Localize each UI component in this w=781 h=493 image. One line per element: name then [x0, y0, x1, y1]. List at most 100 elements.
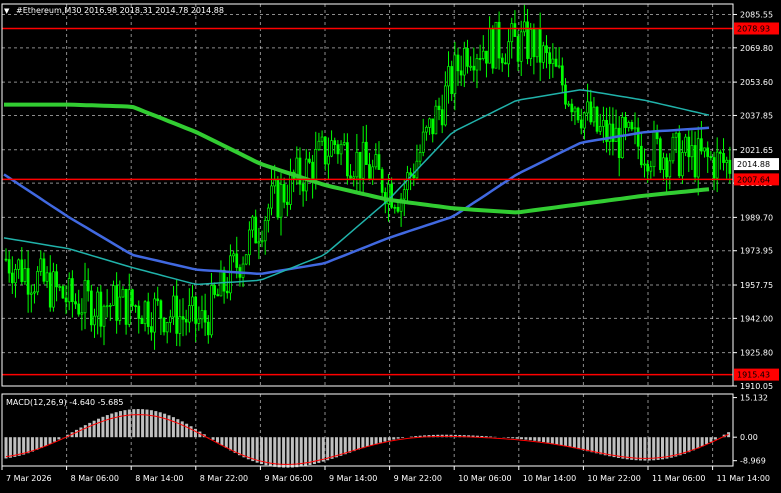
macd-histogram-bar	[176, 419, 179, 437]
price-tick-label: 2021.65	[740, 146, 773, 155]
chart-canvas[interactable]: 7 Mar 20268 Mar 06:008 Mar 14:008 Mar 22…	[0, 0, 781, 489]
macd-histogram-bar	[141, 409, 144, 437]
candle-body	[109, 305, 111, 306]
macd-histogram-bar	[635, 437, 638, 460]
macd-histogram-bar	[591, 437, 594, 452]
macd-histogram-bar	[264, 437, 267, 465]
candle-body	[435, 106, 437, 134]
candle-body	[84, 280, 86, 312]
candle-body	[37, 271, 39, 291]
candle-body	[18, 260, 20, 269]
candle-body	[596, 107, 598, 131]
time-label: 11 Mar 14:00	[717, 474, 770, 483]
time-label: 10 Mar 22:00	[587, 474, 640, 483]
macd-histogram-bar	[388, 437, 391, 440]
candle-body	[546, 46, 548, 53]
macd-histogram-bar	[97, 419, 100, 438]
macd-histogram-bar	[714, 437, 717, 439]
macd-histogram-bar	[709, 437, 712, 442]
candle-body	[394, 207, 396, 208]
candle-body	[75, 302, 77, 304]
candle-body	[5, 259, 7, 260]
macd-histogram-bar	[529, 437, 532, 440]
macd-histogram-bar	[9, 437, 12, 458]
price-panel[interactable]	[2, 4, 733, 386]
macd-histogram-bar	[115, 412, 118, 437]
candle-body	[343, 143, 345, 145]
macd-histogram-bar	[132, 409, 135, 437]
macd-histogram-bar	[397, 437, 400, 438]
time-label: 7 Mar 2026	[6, 474, 52, 483]
price-level-label: 2078.93	[737, 24, 770, 33]
candle-body	[520, 32, 522, 61]
macd-histogram-bar	[225, 437, 228, 448]
candle-body	[324, 137, 326, 164]
candle-body	[511, 24, 513, 42]
macd-histogram-bar	[13, 437, 16, 457]
macd-histogram-bar	[286, 437, 289, 467]
macd-histogram-bar	[357, 437, 360, 449]
macd-histogram-bar	[586, 437, 589, 451]
candle-body	[422, 132, 424, 152]
price-tick-label: 2069.80	[740, 44, 773, 53]
candle-body	[56, 272, 58, 287]
macd-histogram-bar	[110, 414, 113, 438]
price-tick-label: 2037.85	[740, 111, 773, 120]
candle-body	[479, 58, 481, 59]
candle-body	[555, 59, 557, 66]
candle-body	[135, 306, 137, 307]
macd-histogram-bar	[511, 437, 514, 438]
candle-body	[33, 292, 35, 293]
macd-histogram-bar	[172, 417, 175, 437]
candle-body	[549, 53, 551, 64]
candle-body	[403, 190, 405, 199]
macd-histogram-bar	[291, 437, 294, 467]
macd-histogram-bar	[489, 437, 492, 438]
candle-body	[637, 128, 639, 146]
macd-histogram-bar	[256, 437, 259, 462]
candle-body	[315, 149, 317, 181]
candle-body	[65, 298, 67, 302]
candle-body	[451, 66, 453, 93]
macd-histogram-bar	[361, 437, 364, 448]
candle-body	[444, 86, 446, 125]
macd-histogram-bar	[119, 411, 122, 437]
macd-histogram-bar	[626, 437, 629, 459]
macd-histogram-bar	[53, 437, 56, 442]
candle-body	[233, 254, 235, 256]
candle-body	[236, 254, 238, 268]
chart-menu-icon[interactable]: ▼	[4, 7, 10, 15]
candle-body	[441, 110, 443, 125]
trading-chart[interactable]: 7 Mar 20268 Mar 06:008 Mar 14:008 Mar 22…	[0, 0, 781, 489]
candle-body	[242, 264, 244, 277]
candle-body	[327, 156, 329, 164]
candle-body	[473, 66, 475, 70]
candle-body	[201, 311, 203, 319]
macd-histogram-bar	[560, 437, 563, 445]
candle-body	[331, 141, 333, 157]
candle-body	[179, 317, 181, 334]
candle-body	[81, 313, 83, 314]
candle-body	[678, 133, 680, 176]
macd-histogram-bar	[652, 437, 655, 460]
candle-body	[504, 63, 506, 64]
macd-histogram-bar	[123, 410, 126, 437]
macd-histogram-bar	[516, 437, 519, 438]
macd-histogram-bar	[145, 410, 148, 438]
candle-body	[119, 297, 121, 320]
candle-body	[229, 256, 231, 293]
macd-histogram-bar	[573, 437, 576, 448]
candle-body	[52, 272, 54, 307]
macd-histogram-bar	[687, 437, 690, 452]
candle-body	[97, 292, 99, 316]
candle-body	[530, 29, 532, 58]
candle-body	[602, 120, 604, 126]
price-tick-label: 1957.75	[740, 281, 773, 290]
candle-body	[618, 128, 620, 157]
macd-histogram-bar	[568, 437, 571, 447]
macd-histogram-bar	[229, 437, 232, 450]
macd-histogram-bar	[168, 415, 171, 437]
candle-body	[375, 155, 377, 167]
candle-body	[369, 165, 371, 180]
macd-histogram-bar	[238, 437, 241, 455]
